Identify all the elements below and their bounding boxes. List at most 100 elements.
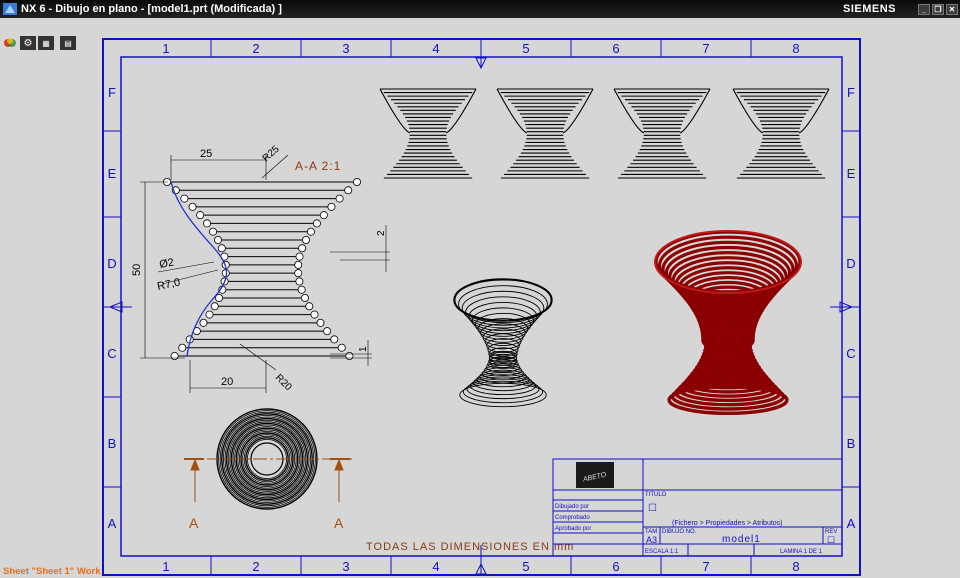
coil-circle (178, 343, 187, 352)
row-label-right-E: E (847, 166, 856, 181)
col-label-bottom-1: 1 (162, 559, 169, 574)
col-label-top-5: 5 (522, 41, 529, 56)
side-view-4 (732, 88, 830, 179)
coil-circle (297, 285, 306, 294)
row-label-left-C: C (107, 346, 116, 361)
side-view-2 (496, 88, 594, 179)
coil-circle (327, 202, 336, 211)
col-label-top-6: 6 (612, 41, 619, 56)
size-value: A3 (646, 535, 657, 545)
row-label-left-A: A (108, 516, 117, 531)
section-coil-circles-right (294, 177, 361, 360)
col-label-top-1: 1 (162, 41, 169, 56)
coil-circle (330, 335, 339, 344)
section-view[interactable]: 25 20 50 2 1 R25 R20 Ø2 R7,0 A-A 2:1 (131, 143, 390, 393)
row-label-right-D: D (846, 256, 855, 271)
wire-ring (474, 312, 532, 337)
coil-circle (312, 219, 321, 228)
col-label-top-2: 2 (252, 41, 259, 56)
coil-circle (170, 351, 179, 360)
dim-radius-r25: R25 (261, 143, 282, 164)
col-label-bottom-8: 8 (792, 559, 799, 574)
sheet-label: LAMINA 1 DE 1 (780, 549, 823, 555)
coil-circle (180, 194, 189, 203)
section-mark-right: A (334, 515, 344, 531)
coil-circle (335, 194, 344, 203)
col-label-top-4: 4 (432, 41, 439, 56)
drawing-number-hint: (Fichero > Propiedades > Atributos) (672, 520, 783, 527)
dim-step-2: 2 (376, 230, 387, 236)
status-text: Sheet "Sheet 1" Work (3, 566, 101, 577)
col-label-bottom-7: 7 (702, 559, 709, 574)
col-label-top-7: 7 (702, 41, 709, 56)
approved-by-label: Aprobado por (555, 526, 591, 532)
checked-by-label: Comprobado (555, 515, 590, 521)
coil-circle (337, 343, 346, 352)
row-label-right-B: B (847, 436, 856, 451)
coil-circle (295, 252, 304, 261)
row-label-right-C: C (846, 346, 855, 361)
revision-value[interactable]: ☐ (827, 535, 835, 545)
col-label-top-8: 8 (792, 41, 799, 56)
row-label-right-F: F (847, 85, 855, 100)
wire-ring (466, 378, 540, 400)
coil-circle (217, 244, 226, 253)
wire-ring (462, 380, 544, 404)
dimensions-note: TODAS LAS DIMENSIONES EN mm (366, 541, 574, 553)
drawing-sheet[interactable]: 1 2 3 4 5 6 7 8 1 2 3 4 5 6 7 8 F E D C … (0, 0, 960, 578)
col-label-bottom-5: 5 (522, 559, 529, 574)
coil-circle (214, 235, 223, 244)
title-value[interactable]: ☐ (648, 503, 657, 514)
coil-circle (316, 318, 325, 327)
coil-circle (305, 302, 314, 311)
coil-circle (188, 202, 197, 211)
col-label-bottom-2: 2 (252, 559, 259, 574)
coil-circle (196, 211, 205, 220)
col-label-bottom-3: 3 (342, 559, 349, 574)
coil-circle (301, 235, 310, 244)
coil-circle (298, 244, 307, 253)
coil-circle (294, 260, 303, 269)
dim-step-1: 1 (358, 346, 369, 352)
coil-circle (295, 277, 304, 286)
shaded-3d-model[interactable] (654, 230, 802, 416)
row-label-left-F: F (108, 85, 116, 100)
scale-label: ESCALA 1:1 (645, 549, 679, 555)
coil-circle (205, 310, 214, 319)
col-label-bottom-4: 4 (432, 559, 439, 574)
row-label-left-B: B (108, 436, 117, 451)
section-view-label: A-A 2:1 (295, 159, 341, 173)
coil-circle (345, 351, 354, 360)
dim-diameter-2: Ø2 (158, 257, 175, 271)
coil-circle (306, 227, 315, 236)
title-label: TITULO (645, 492, 667, 498)
coil-circle (210, 302, 219, 311)
coil-circle (352, 177, 361, 186)
wire-ring (465, 296, 541, 329)
side-views[interactable] (379, 88, 830, 179)
wire-ring (469, 376, 537, 396)
coil-circle (344, 186, 353, 195)
row-label-left-E: E (108, 166, 117, 181)
dim-radius-r20: R20 (273, 372, 294, 393)
dim-width-25: 25 (200, 148, 212, 160)
dim-radius-r7: R7,0 (156, 276, 181, 293)
isometric-wireframe-view[interactable] (453, 278, 553, 408)
coil-circle (203, 219, 212, 228)
plan-view[interactable]: A A (184, 408, 352, 531)
drawing-number-value[interactable]: model1 (722, 534, 761, 545)
side-view-1 (379, 88, 477, 179)
coil-circle (199, 318, 208, 327)
row-label-left-D: D (107, 256, 116, 271)
side-view-3 (613, 88, 711, 179)
drawn-by-label: Dibujado por (555, 504, 589, 510)
dim-bottom-20: 20 (221, 376, 233, 388)
coil-circle (294, 269, 303, 278)
section-mark-left: A (189, 515, 199, 531)
coil-circle (319, 211, 328, 220)
col-label-top-3: 3 (342, 41, 349, 56)
drawing-number-label: DIBUJO NO. (662, 529, 697, 535)
coil-circle (310, 310, 319, 319)
title-block[interactable]: ABETO Dibujado por Comprobado Aprobado p… (552, 458, 843, 557)
dim-height-50: 50 (131, 264, 143, 276)
